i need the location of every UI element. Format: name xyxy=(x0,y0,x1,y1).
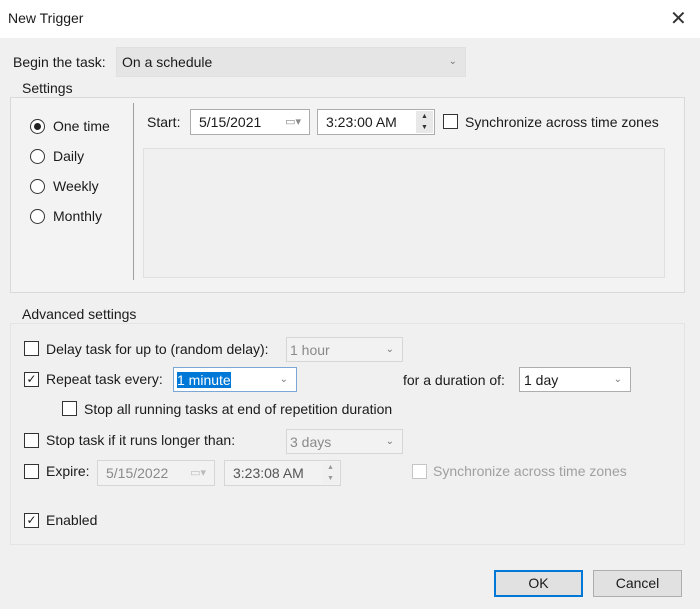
expire-date-picker[interactable]: 5/15/2022 ▭▾ xyxy=(97,460,215,486)
radio-monthly[interactable] xyxy=(30,209,45,224)
advanced-label: Advanced settings xyxy=(20,306,139,322)
delay-value: 1 hour xyxy=(290,342,330,358)
label-monthly: Monthly xyxy=(53,208,103,224)
stop-task-select[interactable]: 3 days ⌄ xyxy=(286,429,403,454)
delay-checkbox[interactable] xyxy=(24,341,39,356)
start-date-picker[interactable]: 5/15/2021 ▭▾ xyxy=(190,109,310,135)
expire-sync-checkbox[interactable] xyxy=(412,464,427,479)
repeat-select[interactable]: 1 minute ⌄ xyxy=(173,367,297,392)
stop-all-checkbox[interactable] xyxy=(62,401,77,416)
spin-icon[interactable]: ▲ ▼ xyxy=(322,462,339,484)
expire-checkbox[interactable] xyxy=(24,464,39,479)
duration-select[interactable]: 1 day ⌄ xyxy=(519,367,631,392)
radio-daily[interactable] xyxy=(30,149,45,164)
enabled-label: Enabled xyxy=(46,512,98,528)
chevron-down-icon: ⌄ xyxy=(448,56,457,67)
start-time: 3:23:00 AM xyxy=(326,114,397,130)
repeat-value: 1 minute xyxy=(177,372,231,388)
ok-button[interactable]: OK xyxy=(494,570,583,597)
start-date: 5/15/2021 xyxy=(199,114,262,130)
radio-one-time[interactable] xyxy=(30,119,45,134)
schedule-detail-panel xyxy=(143,148,665,278)
chevron-down-icon: ⌄ xyxy=(279,374,288,385)
radio-weekly[interactable] xyxy=(30,179,45,194)
sync-label: Synchronize across time zones xyxy=(465,114,659,130)
label-one-time: One time xyxy=(53,118,110,134)
chevron-down-icon: ⌄ xyxy=(613,374,622,385)
begin-task-select[interactable]: On a schedule ⌄ xyxy=(116,47,466,77)
title-bar xyxy=(0,0,700,38)
spin-icon[interactable]: ▲ ▼ xyxy=(416,111,433,133)
repeat-checkbox[interactable]: ✓ xyxy=(24,372,39,387)
settings-label: Settings xyxy=(20,80,75,96)
duration-label: for a duration of: xyxy=(403,372,505,388)
stop-task-checkbox[interactable] xyxy=(24,433,39,448)
expire-sync-label: Synchronize across time zones xyxy=(433,463,627,479)
expire-date: 5/15/2022 xyxy=(106,465,169,481)
window-title: New Trigger xyxy=(8,10,84,26)
label-weekly: Weekly xyxy=(53,178,99,194)
start-label: Start: xyxy=(147,114,181,130)
begin-value: On a schedule xyxy=(122,54,213,70)
duration-value: 1 day xyxy=(524,372,559,388)
expire-label: Expire: xyxy=(46,463,90,479)
cancel-button[interactable]: Cancel xyxy=(593,570,682,597)
expire-time-input[interactable]: 3:23:08 AM ▲ ▼ xyxy=(224,460,341,486)
chevron-down-icon: ⌄ xyxy=(385,344,394,355)
stop-task-label: Stop task if it runs longer than: xyxy=(46,432,236,448)
close-icon[interactable]: ✕ xyxy=(670,6,687,31)
begin-label: Begin the task: xyxy=(13,54,106,70)
delay-select[interactable]: 1 hour ⌄ xyxy=(286,337,403,362)
start-time-input[interactable]: 3:23:00 AM ▲ ▼ xyxy=(317,109,435,135)
enabled-checkbox[interactable]: ✓ xyxy=(24,513,39,528)
label-daily: Daily xyxy=(53,148,85,164)
repeat-label: Repeat task every: xyxy=(46,371,163,387)
stop-task-value: 3 days xyxy=(290,434,332,450)
delay-label: Delay task for up to (random delay): xyxy=(46,341,269,357)
chevron-down-icon: ⌄ xyxy=(385,436,394,447)
calendar-icon[interactable]: ▭▾ xyxy=(285,110,301,134)
divider xyxy=(133,103,134,280)
stop-all-label: Stop all running tasks at end of repetit… xyxy=(84,401,393,417)
calendar-icon[interactable]: ▭▾ xyxy=(190,461,206,485)
expire-time: 3:23:08 AM xyxy=(233,465,304,481)
sync-checkbox[interactable] xyxy=(443,114,458,129)
